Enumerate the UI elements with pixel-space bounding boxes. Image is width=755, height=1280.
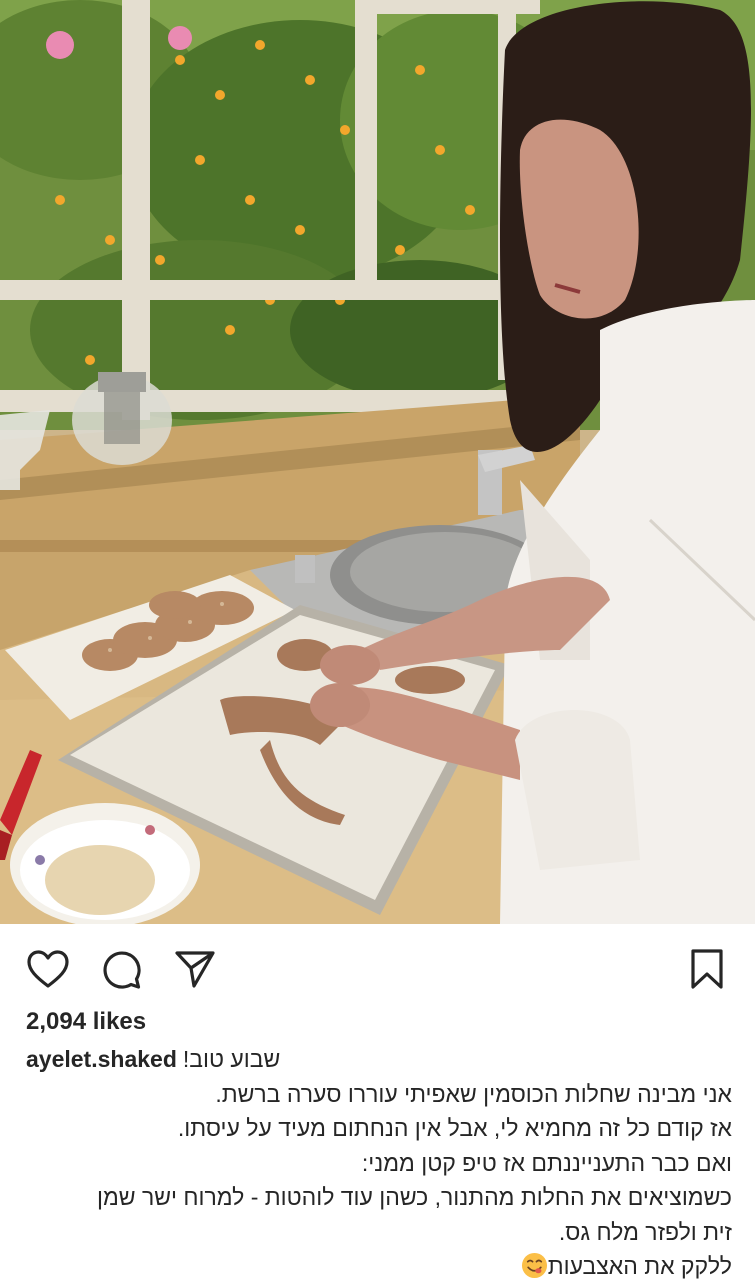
comment-button[interactable] <box>98 946 144 992</box>
save-button[interactable] <box>684 946 730 992</box>
caption-line: ללקק את האצבעות <box>547 1253 732 1279</box>
bookmark-icon <box>691 949 723 989</box>
caption-line: אני מבינה שחלות הכוסמין שאפיתי עוררו סער… <box>215 1080 732 1107</box>
caption-line: כשמוציאים את החלות מהתנור, כשהן עוד לוהט… <box>97 1184 732 1210</box>
comment-icon <box>103 951 141 989</box>
post-caption: ayelet.shaked שבוע טוב! אני מבינה שחלות … <box>26 1042 732 1280</box>
caption-line: זית ולפזר מלח גס. <box>558 1218 732 1245</box>
username-link[interactable]: ayelet.shaked <box>26 1042 177 1077</box>
caption-line: אז קודם כל זה מחמיא לי, אבל אין הנחתום מ… <box>177 1115 732 1141</box>
heart-icon <box>27 950 69 988</box>
yum-face-emoji-icon <box>521 1252 547 1279</box>
caption-line: ואם כבר התענייננתם אז טיפ קטן ממני: <box>361 1149 732 1176</box>
likes-count[interactable]: 2,094 likes <box>26 1008 146 1036</box>
like-button[interactable] <box>25 946 71 992</box>
caption-last-line: ללקק את האצבעות <box>26 1249 732 1280</box>
caption-text: שבוע טוב! <box>182 1046 281 1072</box>
post-action-bar <box>0 940 755 996</box>
instagram-post: 2,094 likes ayelet.shaked שבוע טוב! אני … <box>0 0 755 1280</box>
send-icon <box>175 951 215 988</box>
post-photo[interactable] <box>0 0 755 924</box>
caption-first-line: ayelet.shaked שבוע טוב! <box>26 1042 732 1077</box>
share-button[interactable] <box>172 946 218 992</box>
